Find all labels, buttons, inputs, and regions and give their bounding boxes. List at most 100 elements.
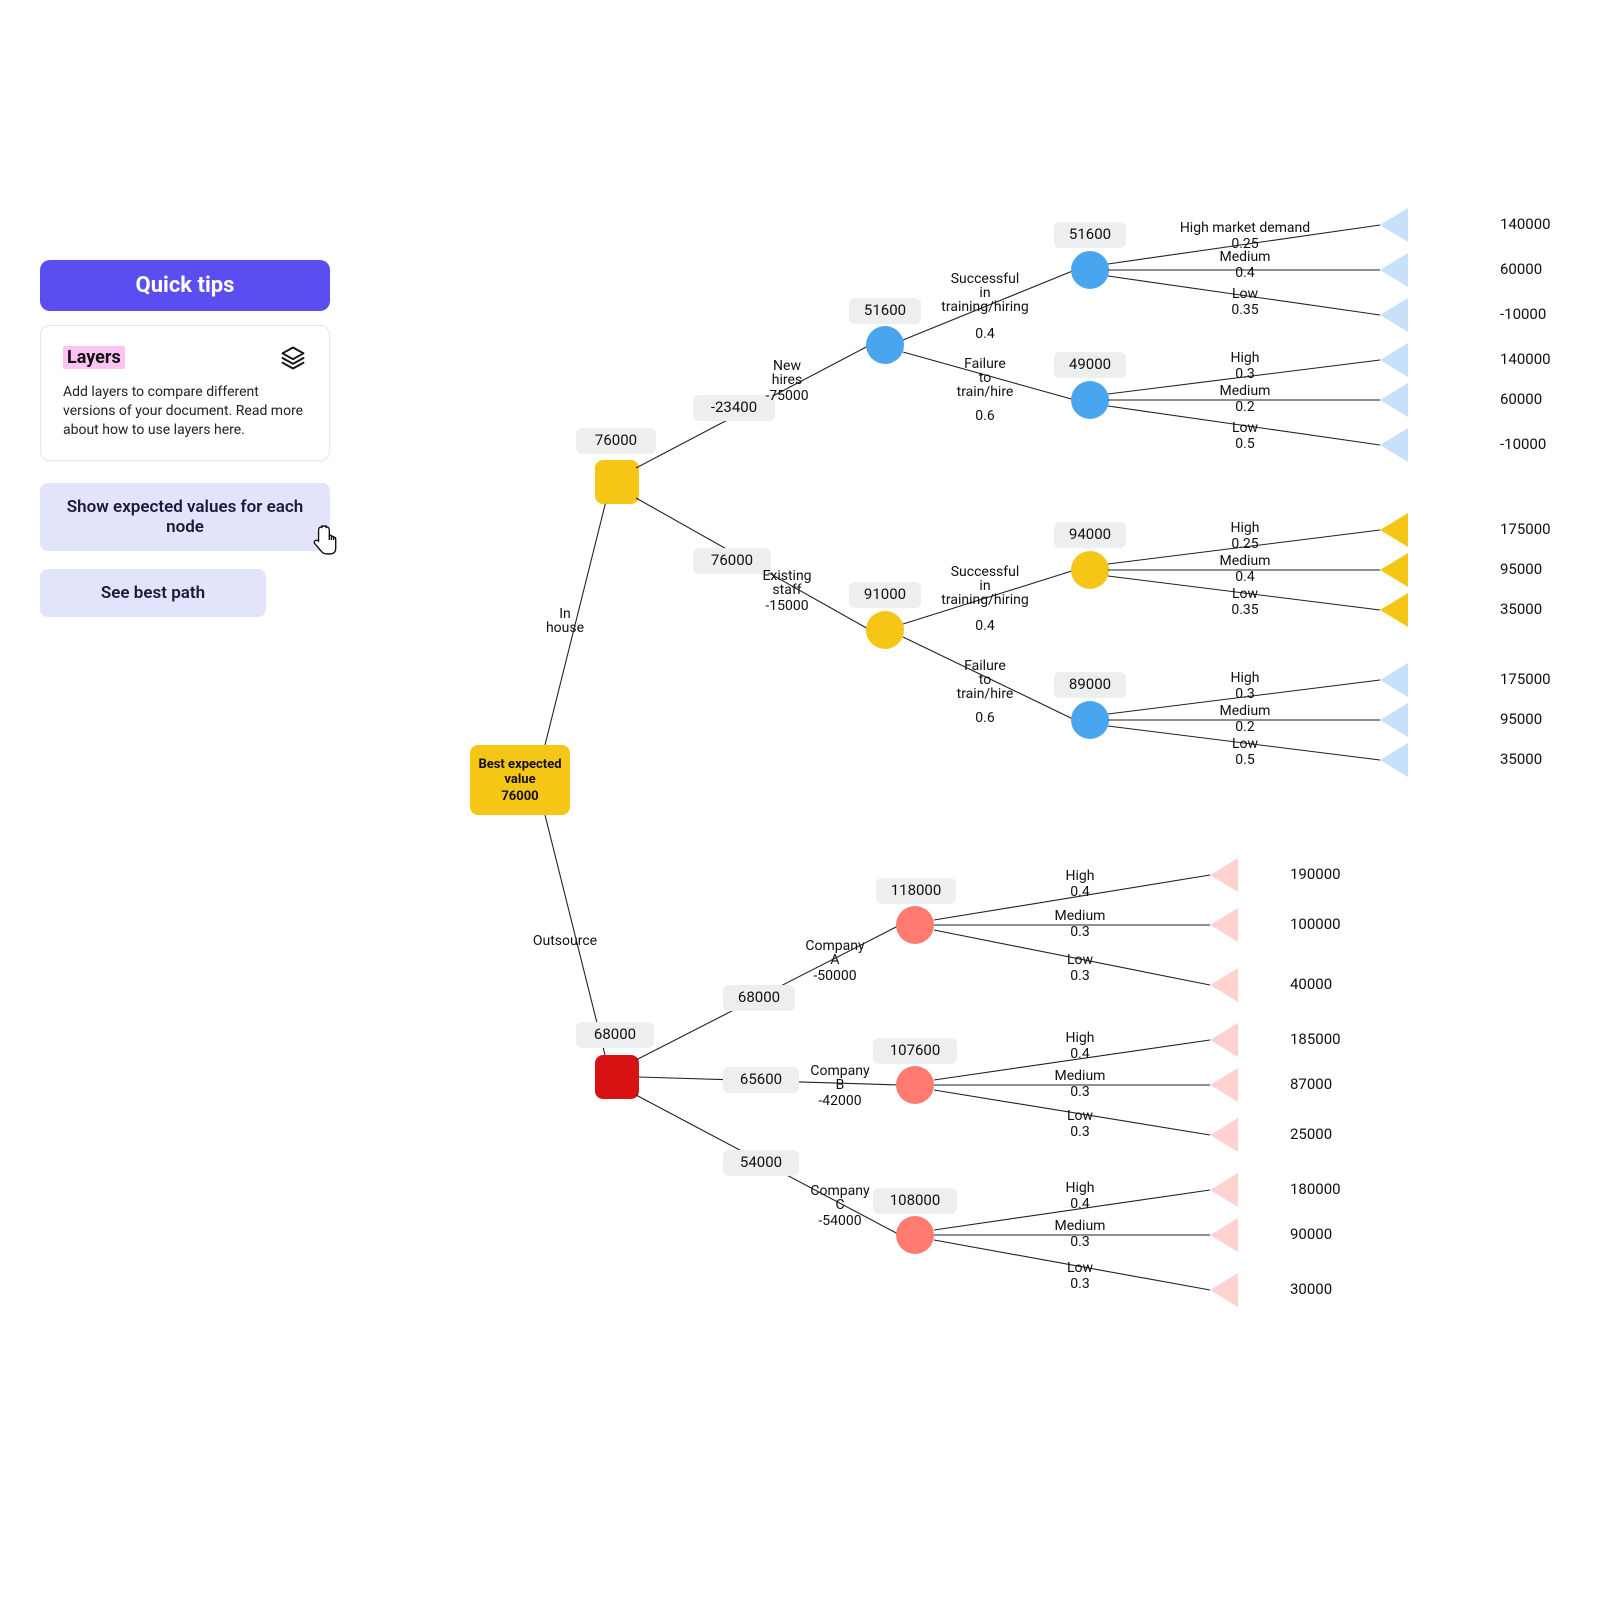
svg-text:185000: 185000: [1290, 1030, 1341, 1048]
nh-ok-terminals: High market demand 0.25 140000 Medium 0.…: [1108, 208, 1551, 332]
svg-text:91000: 91000: [864, 585, 906, 603]
svg-text:Low: Low: [1232, 286, 1259, 302]
svg-text:30000: 30000: [1290, 1280, 1332, 1298]
svg-text:value: value: [504, 772, 535, 787]
svg-text:54000: 54000: [740, 1153, 782, 1171]
nh-fail-node[interactable]: 49000: [1054, 352, 1126, 419]
svg-text:60000: 60000: [1500, 260, 1542, 278]
svg-text:-42000: -42000: [818, 1093, 861, 1109]
svg-text:CompanyC: CompanyC: [810, 1183, 870, 1213]
svg-text:-23400: -23400: [711, 398, 757, 416]
svg-text:CompanyB: CompanyB: [810, 1063, 870, 1093]
svg-text:High: High: [1231, 520, 1260, 536]
svg-text:89000: 89000: [1069, 675, 1111, 693]
svg-text:108000: 108000: [890, 1191, 941, 1209]
svg-text:140000: 140000: [1500, 215, 1551, 233]
svg-text:Low: Low: [1067, 952, 1094, 968]
ex-ok-terminals: High 0.25 175000 Medium 0.4 95000 Low 0.…: [1108, 513, 1551, 627]
svg-text:76000: 76000: [711, 551, 753, 569]
svg-text:High: High: [1231, 350, 1260, 366]
nh-ok-node[interactable]: 51600: [1054, 222, 1126, 289]
label-new-hires: Newhires: [772, 358, 802, 388]
svg-text:140000: 140000: [1500, 350, 1551, 368]
svg-text:51600: 51600: [1069, 225, 1111, 243]
svg-text:175000: 175000: [1500, 670, 1551, 688]
svg-text:40000: 40000: [1290, 975, 1332, 993]
svg-text:0.6: 0.6: [975, 408, 995, 424]
company-a-node[interactable]: 118000: [876, 878, 956, 944]
svg-text:High: High: [1066, 868, 1095, 884]
svg-text:51600: 51600: [864, 301, 906, 319]
svg-text:Low: Low: [1067, 1260, 1094, 1276]
svg-text:175000: 175000: [1500, 520, 1551, 538]
svg-text:Medium: Medium: [1055, 908, 1106, 924]
svg-text:0.4: 0.4: [1070, 1196, 1090, 1212]
svg-text:0.5: 0.5: [1235, 752, 1255, 768]
svg-text:-10000: -10000: [1500, 435, 1546, 453]
svg-text:Successfulintraining/hiring: Successfulintraining/hiring: [941, 564, 1028, 608]
existing-chance-node[interactable]: 91000: [849, 582, 921, 649]
svg-text:Medium: Medium: [1220, 249, 1271, 265]
svg-text:Low: Low: [1232, 736, 1259, 752]
company-b-terminals: High 0.4 185000 Medium 0.3 87000 Low 0.3…: [934, 1023, 1341, 1152]
svg-text:Successfulintraining/hiring: Successfulintraining/hiring: [941, 271, 1028, 315]
svg-text:CompanyA: CompanyA: [805, 938, 865, 968]
svg-text:76000: 76000: [501, 789, 538, 804]
svg-text:0.5: 0.5: [1235, 436, 1255, 452]
svg-text:Low: Low: [1067, 1108, 1094, 1124]
svg-text:-54000: -54000: [818, 1213, 861, 1229]
ex-ok-node[interactable]: 94000: [1054, 522, 1126, 589]
svg-text:0.35: 0.35: [1231, 302, 1258, 318]
svg-text:Low: Low: [1232, 586, 1259, 602]
svg-text:Medium: Medium: [1055, 1218, 1106, 1234]
svg-text:94000: 94000: [1069, 525, 1111, 543]
svg-text:0.4: 0.4: [1070, 884, 1090, 900]
svg-text:35000: 35000: [1500, 750, 1542, 768]
svg-text:High: High: [1066, 1180, 1095, 1196]
inhouse-decision-node[interactable]: 76000: [576, 428, 656, 504]
svg-text:Low: Low: [1232, 420, 1259, 436]
svg-text:68000: 68000: [594, 1025, 636, 1043]
ex-fail-node[interactable]: 89000: [1054, 672, 1126, 739]
root-node[interactable]: Best expected value 76000: [470, 745, 570, 815]
svg-text:107600: 107600: [890, 1041, 941, 1059]
svg-text:Medium: Medium: [1220, 383, 1271, 399]
svg-text:0.4: 0.4: [975, 618, 995, 634]
svg-text:Failuretotrain/hire: Failuretotrain/hire: [957, 658, 1014, 702]
svg-text:35000: 35000: [1500, 600, 1542, 618]
svg-text:95000: 95000: [1500, 560, 1542, 578]
label-outsource: Outsource: [533, 933, 597, 949]
svg-text:90000: 90000: [1290, 1225, 1332, 1243]
svg-text:0.3: 0.3: [1070, 1234, 1089, 1250]
svg-text:0.3: 0.3: [1235, 366, 1254, 382]
svg-text:0.4: 0.4: [1070, 1046, 1090, 1062]
svg-text:60000: 60000: [1500, 390, 1542, 408]
svg-text:0.4: 0.4: [1235, 569, 1255, 585]
ex-fail-terminals: High 0.3 175000 Medium 0.2 95000 Low 0.5…: [1108, 663, 1551, 777]
decision-tree[interactable]: Best expected value 76000 Inhouse Outsou…: [0, 0, 1600, 1600]
svg-text:76000: 76000: [595, 431, 637, 449]
svg-text:High market demand: High market demand: [1180, 220, 1310, 236]
svg-text:0.3: 0.3: [1070, 1124, 1089, 1140]
svg-text:-50000: -50000: [813, 968, 856, 984]
svg-text:Failuretotrain/hire: Failuretotrain/hire: [957, 356, 1014, 400]
svg-text:High: High: [1066, 1030, 1095, 1046]
company-b-node[interactable]: 107600: [873, 1038, 957, 1104]
svg-text:68000: 68000: [738, 988, 780, 1006]
svg-text:Best expected: Best expected: [478, 757, 561, 772]
company-a-terminals: High 0.4 190000 Medium 0.3 100000 Low 0.…: [934, 858, 1341, 1002]
svg-text:0.3: 0.3: [1235, 686, 1254, 702]
svg-text:0.3: 0.3: [1070, 924, 1089, 940]
svg-text:180000: 180000: [1290, 1180, 1341, 1198]
svg-text:0.35: 0.35: [1231, 602, 1258, 618]
outsource-decision-node[interactable]: 68000: [576, 1022, 654, 1099]
svg-text:Medium: Medium: [1220, 553, 1271, 569]
svg-text:49000: 49000: [1069, 355, 1111, 373]
company-c-node[interactable]: 108000: [873, 1188, 957, 1254]
svg-text:0.3: 0.3: [1070, 968, 1089, 984]
svg-text:-10000: -10000: [1500, 305, 1546, 323]
svg-text:0.4: 0.4: [1235, 265, 1255, 281]
svg-text:0.2: 0.2: [1235, 399, 1255, 415]
svg-text:100000: 100000: [1290, 915, 1341, 933]
svg-text:118000: 118000: [891, 881, 942, 899]
